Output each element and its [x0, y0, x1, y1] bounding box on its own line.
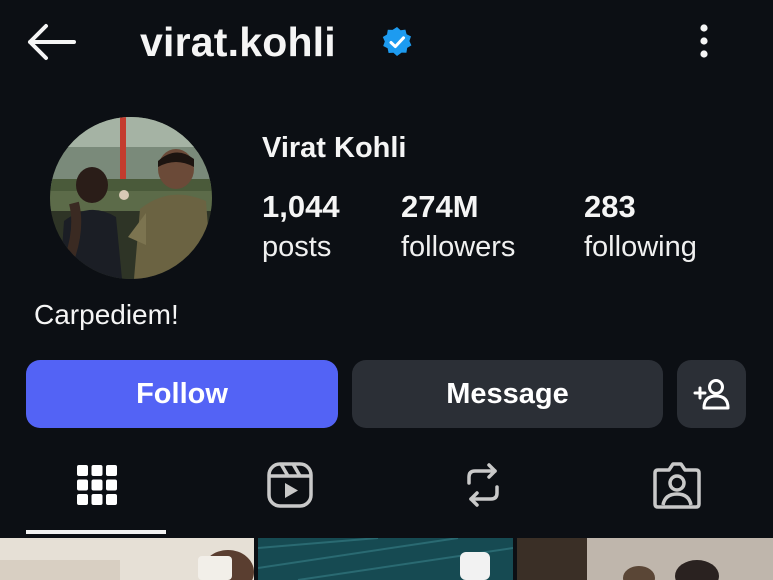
post-image [0, 538, 254, 580]
posts-count: 1,044 [262, 189, 340, 224]
verified-badge-icon [381, 26, 413, 58]
tab-tagged[interactable] [617, 450, 737, 520]
profile-bio: Carpediem! [34, 299, 179, 330]
options-menu-button[interactable] [690, 18, 718, 66]
arrow-left-icon [28, 24, 76, 60]
more-vertical-icon [700, 24, 708, 58]
tagged-icon [653, 462, 701, 509]
tab-posts-grid[interactable] [37, 450, 157, 520]
tab-reels[interactable] [230, 450, 350, 520]
profile-avatar[interactable] [50, 117, 212, 279]
post-thumbnail[interactable] [0, 538, 254, 580]
repost-icon [467, 463, 499, 507]
follow-button[interactable]: Follow [26, 360, 338, 428]
post-image [517, 538, 773, 580]
following-label: following [584, 231, 697, 263]
suggested-accounts-button[interactable] [677, 360, 746, 428]
reels-icon [267, 462, 313, 508]
profile-full-name: Virat Kohli [262, 132, 407, 164]
profile-username: virat.kohli [140, 19, 336, 65]
followers-count: 274M [401, 189, 479, 224]
grid-icon [77, 465, 117, 505]
post-thumbnail[interactable] [258, 538, 513, 580]
avatar-photo [50, 117, 212, 279]
post-image [258, 538, 513, 580]
active-tab-indicator [26, 530, 166, 534]
followers-stat[interactable]: 274M followers [401, 188, 515, 266]
tab-reposts[interactable] [423, 450, 543, 520]
following-count: 283 [584, 189, 636, 224]
following-stat[interactable]: 283 following [584, 188, 697, 266]
posts-stat[interactable]: 1,044 posts [262, 188, 340, 266]
posts-label: posts [262, 231, 332, 263]
post-thumbnail[interactable] [517, 538, 773, 580]
add-person-icon [693, 379, 729, 410]
back-button[interactable] [24, 22, 78, 62]
followers-label: followers [401, 231, 516, 263]
message-button[interactable]: Message [352, 360, 663, 428]
